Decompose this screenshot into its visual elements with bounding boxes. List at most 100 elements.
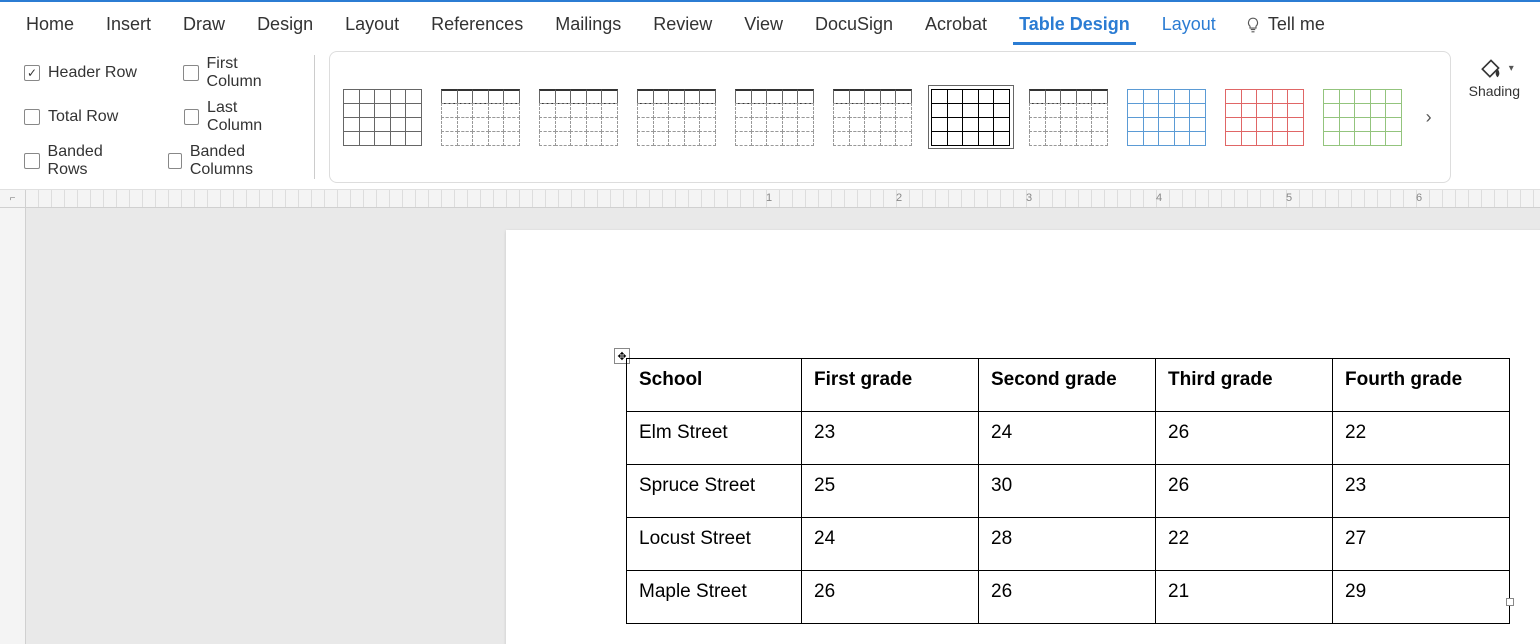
- tab-docusign[interactable]: DocuSign: [799, 10, 909, 45]
- table-style-5[interactable]: [736, 89, 814, 145]
- check-icon: [24, 65, 40, 81]
- gallery-more-button[interactable]: ›: [1422, 107, 1436, 128]
- checkbox-first-column[interactable]: First Column: [183, 55, 294, 91]
- tab-review[interactable]: Review: [637, 10, 728, 45]
- table-style-options: Header Row First Column Total Row Last C…: [10, 51, 308, 183]
- tab-references[interactable]: References: [415, 10, 539, 45]
- table-cell[interactable]: 26: [1156, 465, 1333, 518]
- table-header-cell[interactable]: Second grade: [979, 359, 1156, 412]
- document-page[interactable]: ✥ School First grade Second grade Third …: [506, 230, 1540, 644]
- chevron-right-icon: ›: [1426, 107, 1432, 127]
- table-row[interactable]: Maple Street 26 26 21 29: [627, 571, 1510, 624]
- checkbox-label: Last Column: [207, 99, 294, 135]
- check-icon: [168, 153, 182, 169]
- checkbox-banded-columns[interactable]: Banded Columns: [168, 143, 294, 179]
- document-table[interactable]: School First grade Second grade Third gr…: [626, 358, 1510, 624]
- tab-layout[interactable]: Layout: [329, 10, 415, 45]
- table-header-cell[interactable]: First grade: [802, 359, 979, 412]
- ruler-tick: 1: [766, 192, 772, 204]
- table-cell[interactable]: Locust Street: [627, 518, 802, 571]
- tab-insert[interactable]: Insert: [90, 10, 167, 45]
- checkbox-label: Banded Rows: [48, 143, 144, 179]
- table-styles-gallery: ›: [329, 51, 1451, 183]
- table-cell[interactable]: 28: [979, 518, 1156, 571]
- table-style-1[interactable]: [344, 89, 422, 145]
- tab-draw[interactable]: Draw: [167, 10, 241, 45]
- table-row[interactable]: Spruce Street 25 30 26 23: [627, 465, 1510, 518]
- table-style-11[interactable]: [1324, 89, 1402, 145]
- checkbox-label: Banded Columns: [190, 143, 294, 179]
- table-cell[interactable]: 30: [979, 465, 1156, 518]
- table-row[interactable]: Locust Street 24 28 22 27: [627, 518, 1510, 571]
- ribbon-toolbar: Header Row First Column Total Row Last C…: [0, 45, 1540, 190]
- ribbon-tabs: Home Insert Draw Design Layout Reference…: [0, 2, 1540, 45]
- check-icon: [24, 109, 40, 125]
- table-style-10[interactable]: [1226, 89, 1304, 145]
- checkbox-label: Header Row: [48, 64, 137, 82]
- tab-acrobat[interactable]: Acrobat: [909, 10, 1003, 45]
- table-header-cell[interactable]: School: [627, 359, 802, 412]
- tab-view[interactable]: View: [728, 10, 799, 45]
- shading-label: Shading: [1469, 83, 1520, 99]
- table-cell[interactable]: 26: [1156, 412, 1333, 465]
- check-icon: [24, 153, 40, 169]
- ruler-tick: 4: [1156, 192, 1162, 204]
- group-divider: [314, 55, 315, 179]
- table-cell[interactable]: Elm Street: [627, 412, 802, 465]
- table-style-8[interactable]: [1030, 89, 1108, 145]
- tell-me-label: Tell me: [1268, 14, 1325, 35]
- table-style-3[interactable]: [540, 89, 618, 145]
- shading-button[interactable]: ▾ Shading: [1459, 51, 1530, 183]
- checkbox-last-column[interactable]: Last Column: [184, 99, 294, 135]
- table-cell[interactable]: 21: [1156, 571, 1333, 624]
- table-cell[interactable]: 23: [802, 412, 979, 465]
- tab-table-layout[interactable]: Layout: [1146, 10, 1232, 45]
- chevron-down-icon: ▾: [1509, 63, 1514, 74]
- paint-bucket-icon: [1475, 55, 1507, 81]
- table-cell[interactable]: Maple Street: [627, 571, 802, 624]
- check-icon: [183, 65, 198, 81]
- checkbox-total-row[interactable]: Total Row: [24, 99, 160, 135]
- table-style-6[interactable]: [834, 89, 912, 145]
- table-cell[interactable]: 24: [802, 518, 979, 571]
- horizontal-ruler[interactable]: 1 2 3 4 5 6: [26, 190, 1540, 208]
- tab-mailings[interactable]: Mailings: [539, 10, 637, 45]
- table-cell[interactable]: 22: [1156, 518, 1333, 571]
- table-cell[interactable]: 26: [979, 571, 1156, 624]
- table-cell[interactable]: 24: [979, 412, 1156, 465]
- table-cell[interactable]: 29: [1333, 571, 1510, 624]
- ruler-corner[interactable]: ⌐: [0, 190, 26, 208]
- tab-home[interactable]: Home: [10, 10, 90, 45]
- check-icon: [184, 109, 200, 125]
- table-cell[interactable]: 23: [1333, 465, 1510, 518]
- ruler-tick: 3: [1026, 192, 1032, 204]
- checkbox-banded-rows[interactable]: Banded Rows: [24, 143, 144, 179]
- table-cell[interactable]: Spruce Street: [627, 465, 802, 518]
- table-style-7[interactable]: [932, 89, 1010, 145]
- ruler-tick: 5: [1286, 192, 1292, 204]
- lightbulb-icon: [1244, 16, 1262, 34]
- table-row[interactable]: Elm Street 23 24 26 22: [627, 412, 1510, 465]
- tab-table-design[interactable]: Table Design: [1003, 10, 1146, 45]
- table-resize-handle[interactable]: [1506, 598, 1514, 606]
- checkbox-label: Total Row: [48, 108, 118, 126]
- tell-me[interactable]: Tell me: [1232, 10, 1337, 45]
- document-area[interactable]: ✥ School First grade Second grade Third …: [26, 208, 1540, 644]
- vertical-ruler[interactable]: [0, 208, 26, 644]
- table-style-2[interactable]: [442, 89, 520, 145]
- table-cell[interactable]: 22: [1333, 412, 1510, 465]
- checkbox-header-row[interactable]: Header Row: [24, 55, 159, 91]
- table-cell[interactable]: 27: [1333, 518, 1510, 571]
- table-header-cell[interactable]: Fourth grade: [1333, 359, 1510, 412]
- table-cell[interactable]: 25: [802, 465, 979, 518]
- table-cell[interactable]: 26: [802, 571, 979, 624]
- workspace: ⌐ 1 2 3 4 5 6 ✥ School First grade Secon…: [0, 190, 1540, 644]
- table-header-cell[interactable]: Third grade: [1156, 359, 1333, 412]
- table-style-9[interactable]: [1128, 89, 1206, 145]
- table-style-4[interactable]: [638, 89, 716, 145]
- ruler-tick: 6: [1416, 192, 1422, 204]
- checkbox-label: First Column: [207, 55, 294, 91]
- tab-design[interactable]: Design: [241, 10, 329, 45]
- table-header-row[interactable]: School First grade Second grade Third gr…: [627, 359, 1510, 412]
- ruler-tick: 2: [896, 192, 902, 204]
